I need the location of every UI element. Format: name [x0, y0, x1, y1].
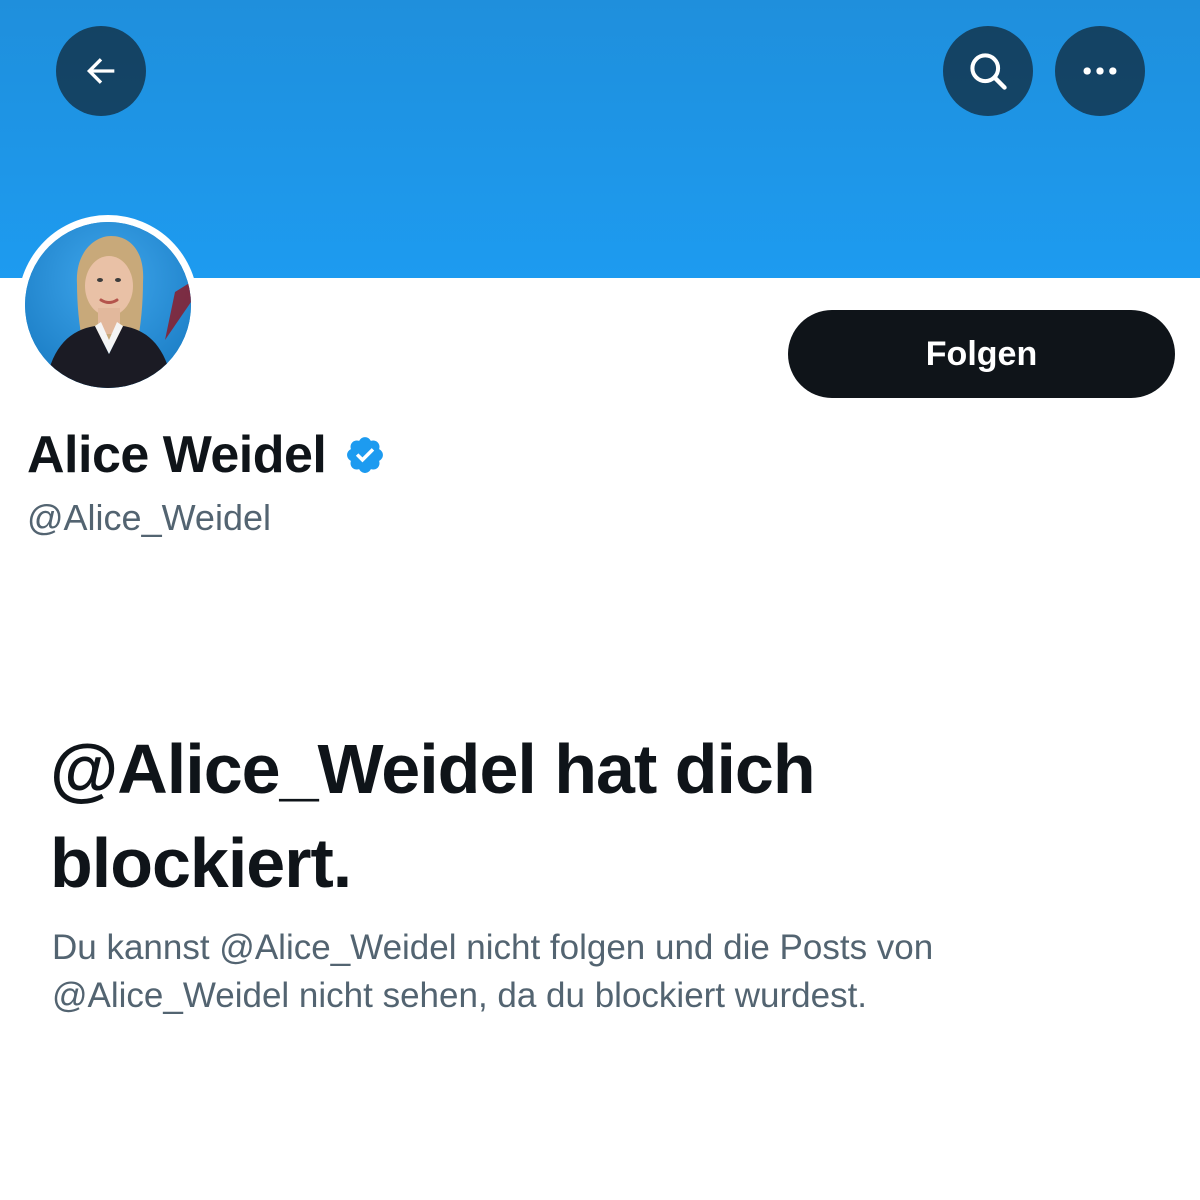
display-name: Alice Weidel [27, 426, 327, 484]
arrow-left-icon [81, 51, 121, 91]
search-icon [966, 49, 1010, 93]
avatar-photo [25, 222, 191, 388]
follow-button[interactable]: Folgen [788, 310, 1175, 398]
verified-badge-icon[interactable] [344, 434, 386, 476]
more-horizontal-icon [1078, 49, 1122, 93]
more-button[interactable] [1055, 26, 1145, 116]
back-button[interactable] [56, 26, 146, 116]
profile-handle: @Alice_Weidel [27, 497, 271, 538]
blocked-title: @Alice_Weidel hat dich blockiert. [50, 730, 816, 902]
search-button[interactable] [943, 26, 1033, 116]
profile-avatar[interactable] [18, 215, 198, 395]
blocked-description: Du kannst @Alice_Weidel nicht folgen und… [52, 928, 934, 1015]
name-row: Alice Weidel [27, 420, 386, 490]
